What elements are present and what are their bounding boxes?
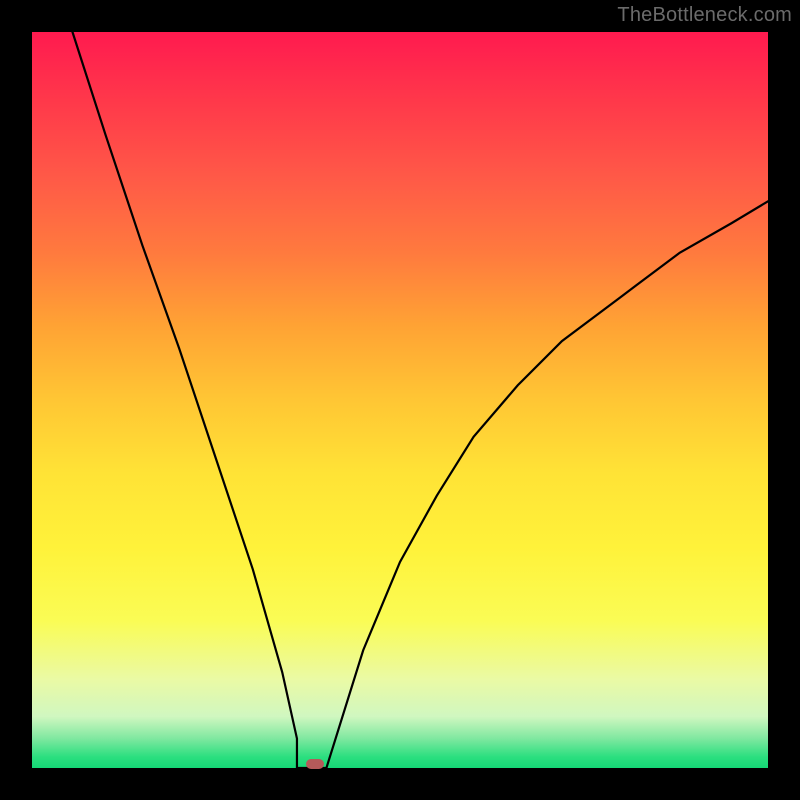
plot-area — [32, 32, 768, 768]
optimum-marker — [306, 759, 324, 769]
bottleneck-curve — [32, 32, 768, 768]
chart-frame: TheBottleneck.com — [0, 0, 800, 800]
curve-path — [72, 32, 768, 768]
watermark-text: TheBottleneck.com — [617, 4, 792, 27]
